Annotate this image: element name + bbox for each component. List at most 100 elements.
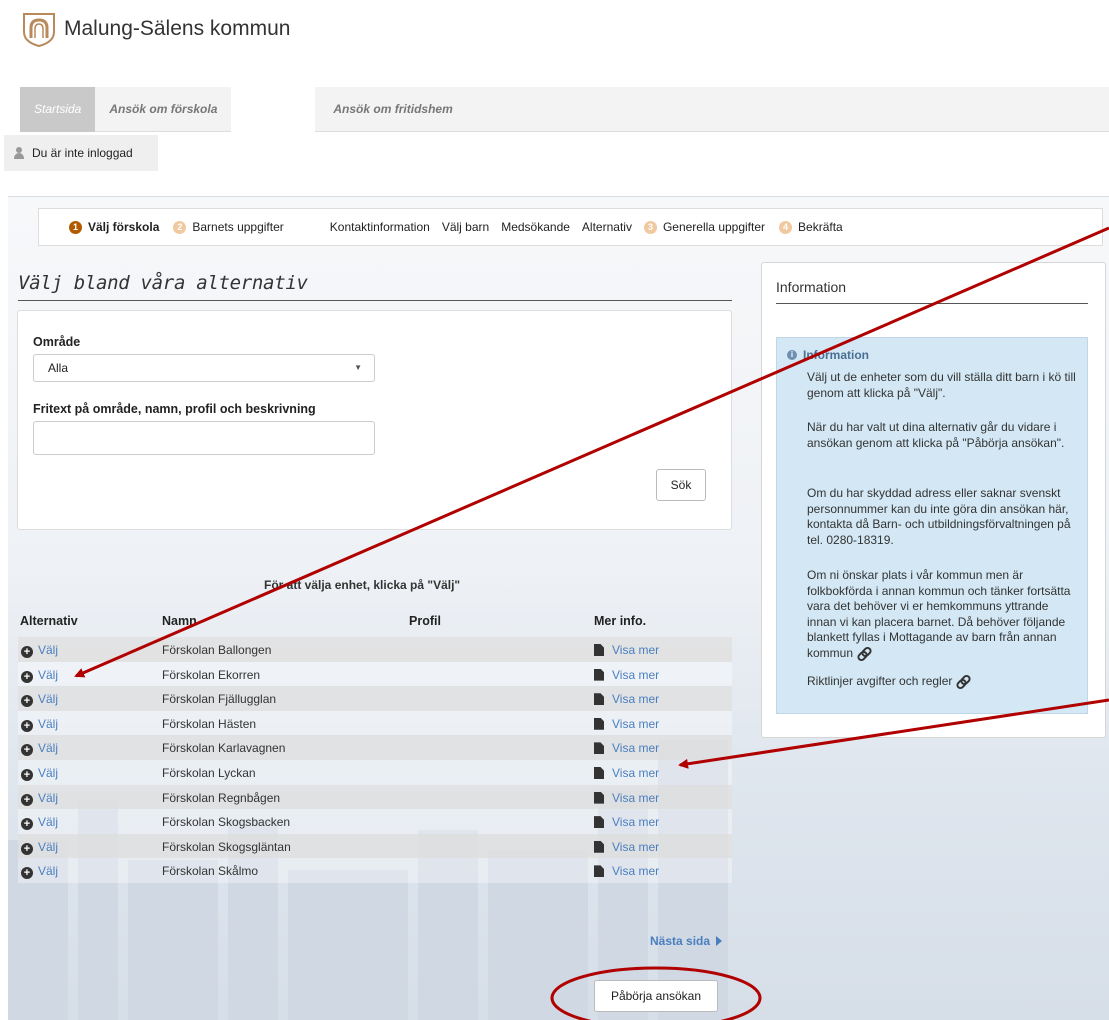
step-number: 4 xyxy=(779,220,793,234)
progress-steps: 1 Välj förskola 2 Barnets uppgifter Kont… xyxy=(38,208,1103,246)
more-info-link[interactable]: Visa mer xyxy=(594,815,659,829)
unit-name: Förskolan Ballongen xyxy=(162,643,272,657)
document-icon xyxy=(594,717,604,730)
plus-circle-icon: + xyxy=(21,867,33,880)
info-panel: Information i Information Välj ut de enh… xyxy=(761,262,1106,738)
more-info-link[interactable]: Visa mer xyxy=(594,791,659,805)
table-row: + Välj Förskolan Ballongen Visa mer xyxy=(18,637,732,662)
document-icon xyxy=(594,840,604,853)
unit-name: Förskolan Skålmo xyxy=(162,864,259,879)
document-icon xyxy=(594,766,604,779)
info-panel-title: Information xyxy=(776,279,1088,304)
more-info-link[interactable]: Visa mer xyxy=(594,864,659,878)
unit-name: Förskolan Karlavagnen xyxy=(162,741,286,756)
info-text-4: Om ni önskar plats i vår kommun men är f… xyxy=(807,568,1071,660)
table-row: + Välj Förskolan Skogsgläntan Visa mer xyxy=(18,833,732,859)
user-icon xyxy=(14,147,24,159)
col-alternativ: Alternativ xyxy=(20,614,78,628)
step-bekrafta: 4 Bekräfta xyxy=(779,220,843,234)
info-circle-icon: i xyxy=(787,350,797,360)
municipality-name: Malung-Sälens kommun xyxy=(64,17,291,40)
login-status[interactable]: Du är inte inloggad xyxy=(4,135,158,171)
more-info-link[interactable]: Visa mer xyxy=(594,840,659,854)
chain-link-icon[interactable] xyxy=(857,648,869,658)
unit-name: Förskolan Skogsbacken xyxy=(162,815,291,830)
step-number: 1 xyxy=(69,220,82,234)
more-info-link[interactable]: Visa mer xyxy=(594,643,659,657)
plus-circle-icon: + xyxy=(21,695,33,708)
col-mer-info: Mer info. xyxy=(594,614,647,628)
document-icon xyxy=(594,816,604,829)
info-text-3: Om du har skyddad adress eller saknar sv… xyxy=(807,486,1071,547)
step-valj-barn: Välj barn xyxy=(441,220,490,234)
login-status-text: Du är inte inloggad xyxy=(32,146,133,160)
info-text-2: När du har valt ut dina alternativ går d… xyxy=(807,420,1065,450)
choose-link[interactable]: + Välj xyxy=(21,791,58,806)
tab-forskola[interactable]: Ansök om förskola xyxy=(95,87,231,132)
table-row: + Välj Förskolan Lyckan Visa mer xyxy=(18,759,732,785)
unit-name: Förskolan Ekorren xyxy=(162,667,261,682)
freetext-label: Fritext på område, namn, profil och besk… xyxy=(33,402,316,416)
choose-link[interactable]: + Välj xyxy=(21,864,58,880)
step-barnets-uppgifter: 2 Barnets uppgifter xyxy=(173,220,284,234)
plus-circle-icon: + xyxy=(21,719,33,732)
unit-name: Förskolan Regnbågen xyxy=(162,790,281,805)
plus-circle-icon: + xyxy=(21,793,33,806)
search-form: Område Alla ▼ Fritext på område, namn, p… xyxy=(17,310,732,530)
table-row: + Välj Förskolan Karlavagnen Visa mer xyxy=(18,735,732,760)
chevron-down-icon: ▼ xyxy=(354,363,362,372)
plus-circle-icon: + xyxy=(21,670,33,683)
plus-circle-icon: + xyxy=(21,744,33,757)
plus-circle-icon: + xyxy=(21,842,33,855)
search-button[interactable]: Sök xyxy=(656,469,706,501)
step-kontaktinformation: Kontaktinformation xyxy=(329,220,430,234)
document-icon xyxy=(594,791,604,804)
next-page-link[interactable]: Nästa sida xyxy=(650,934,723,948)
choose-link[interactable]: + Välj xyxy=(21,766,58,781)
logo[interactable]: Malung-Sälens kommun xyxy=(20,10,290,48)
tab-startsida[interactable]: Startsida xyxy=(20,86,96,132)
choose-link[interactable]: + Välj xyxy=(21,717,58,732)
choose-link[interactable]: + Välj xyxy=(21,643,58,658)
info-text-1: Välj ut de enheter som du vill ställa di… xyxy=(807,370,1076,400)
plus-circle-icon: + xyxy=(21,768,33,781)
document-icon xyxy=(594,644,604,656)
main-nav: Startsida Ansök om förskola Ansök om fri… xyxy=(20,86,1109,132)
more-info-link[interactable]: Visa mer xyxy=(594,717,659,731)
table-row: + Välj Förskolan Ekorren Visa mer xyxy=(18,661,732,687)
info-box: i Information Välj ut de enheter som du … xyxy=(776,337,1088,714)
choose-link[interactable]: + Välj xyxy=(21,741,58,757)
choose-link[interactable]: + Välj xyxy=(21,668,58,683)
more-info-link[interactable]: Visa mer xyxy=(594,692,659,706)
unit-list: + Välj Förskolan Ballongen Visa mer + Välj För… xyxy=(18,637,732,883)
plus-circle-icon: + xyxy=(21,646,33,658)
more-info-link[interactable]: Visa mer xyxy=(594,668,659,682)
document-icon xyxy=(594,742,604,755)
freetext-input[interactable] xyxy=(33,421,375,455)
step-number: 2 xyxy=(173,220,187,234)
document-icon xyxy=(594,865,604,878)
table-row: + Välj Förskolan Regnbågen Visa mer xyxy=(18,784,732,810)
choose-link[interactable]: + Välj xyxy=(21,692,58,708)
table-row: + Välj Förskolan Fjällugglan Visa mer xyxy=(18,686,732,711)
info-box-heading: i Information xyxy=(787,348,869,362)
col-namn: Namn xyxy=(162,614,197,628)
choose-hint: För att välja enhet, klicka på "Välj" xyxy=(264,578,461,592)
triangle-right-icon xyxy=(716,936,723,946)
choose-link[interactable]: + Välj xyxy=(21,815,58,831)
unit-name: Förskolan Skogsgläntan xyxy=(162,839,291,854)
start-application-button[interactable]: Påbörja ansökan xyxy=(594,980,718,1012)
chain-link-icon xyxy=(956,676,968,686)
guidelines-link[interactable]: Riktlinjer avgifter och regler xyxy=(807,674,1077,690)
document-icon xyxy=(594,693,604,706)
document-icon xyxy=(594,668,604,681)
more-info-link[interactable]: Visa mer xyxy=(594,741,659,755)
step-medsokande: Medsökande xyxy=(501,220,570,234)
unit-name: Förskolan Lyckan xyxy=(162,765,256,780)
area-select[interactable]: Alla ▼ xyxy=(33,354,375,382)
more-info-link[interactable]: Visa mer xyxy=(594,766,659,780)
choose-link[interactable]: + Välj xyxy=(21,840,58,855)
page-title: Välj bland våra alternativ xyxy=(18,272,732,301)
step-number: 3 xyxy=(643,220,657,234)
tab-fritidshem[interactable]: Ansök om fritidshem xyxy=(319,87,466,132)
